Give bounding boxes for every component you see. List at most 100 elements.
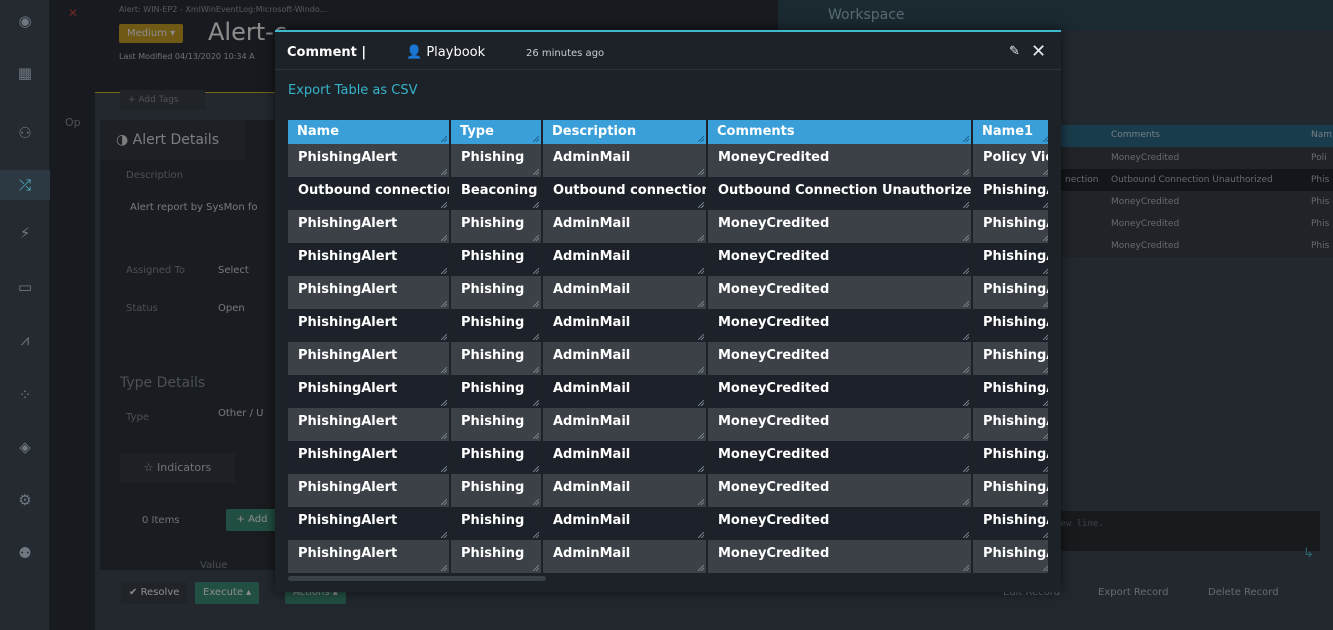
workspace-comment-input[interactable]: new line. — [1035, 511, 1320, 551]
table-cell[interactable]: AdminMail — [543, 243, 708, 276]
table-cell[interactable]: PhishingAlert — [288, 309, 451, 342]
table-cell[interactable]: AdminMail — [543, 276, 708, 309]
table-cell[interactable]: MoneyCredited — [708, 375, 973, 408]
table-cell[interactable]: MoneyCredited — [708, 540, 973, 573]
status-value[interactable]: Open — [218, 303, 245, 314]
table-cell[interactable]: MoneyCredited — [708, 210, 973, 243]
table-cell[interactable]: PhishingA — [973, 342, 1048, 375]
table-cell[interactable]: PhishingA — [973, 177, 1048, 210]
execute-button[interactable]: Execute ▴ — [195, 582, 260, 604]
table-cell[interactable]: Phishing — [451, 144, 543, 177]
send-arrow-icon[interactable]: ↳ — [1303, 546, 1314, 561]
export-csv-link[interactable]: Export Table as CSV — [288, 83, 418, 98]
shuffle-icon[interactable]: ⤮ — [0, 170, 50, 200]
table-cell[interactable]: MoneyCredited — [708, 276, 973, 309]
table-cell[interactable]: AdminMail — [543, 540, 708, 573]
add-indicator-button[interactable]: + Add — [226, 509, 278, 531]
table-cell[interactable]: PhishingAlert — [288, 342, 451, 375]
table-cell[interactable]: AdminMail — [543, 144, 708, 177]
table-cell[interactable]: MoneyCredited — [708, 507, 973, 540]
table-cell[interactable]: PhishingA — [973, 210, 1048, 243]
table-cell[interactable]: PhishingAlert — [288, 474, 451, 507]
close-icon[interactable]: ✕ — [1031, 41, 1046, 62]
table-cell[interactable]: MoneyCredited — [708, 441, 973, 474]
settings-icon[interactable]: ⚙ — [0, 485, 50, 515]
column-header[interactable]: Type — [451, 120, 543, 144]
dashboard-icon[interactable]: ▦ — [0, 58, 50, 88]
table-cell[interactable]: AdminMail — [543, 375, 708, 408]
table-cell[interactable]: PhishingA — [973, 309, 1048, 342]
table-cell[interactable]: Phishing — [451, 210, 543, 243]
type-value[interactable]: Other / U — [218, 408, 263, 419]
table-cell[interactable]: Phishing — [451, 474, 543, 507]
table-cell[interactable]: PhishingA — [973, 474, 1048, 507]
table-cell[interactable]: AdminMail — [543, 342, 708, 375]
shield-icon[interactable]: ◈ — [0, 432, 50, 462]
table-cell[interactable]: MoneyCredited — [708, 408, 973, 441]
table-cell[interactable]: PhishingA — [973, 441, 1048, 474]
chart-icon[interactable]: ⩘ — [0, 325, 50, 355]
users-icon[interactable]: ⚇ — [0, 118, 50, 148]
table-cell[interactable]: MoneyCredited — [708, 474, 973, 507]
table-cell[interactable]: PhishingA — [973, 507, 1048, 540]
table-cell[interactable]: Phishing — [451, 243, 543, 276]
table-cell[interactable]: Outbound Connection Unauthorized — [708, 177, 973, 210]
table-cell[interactable]: Policy Vic — [973, 144, 1048, 177]
table-cell[interactable]: Phishing — [451, 540, 543, 573]
table-cell[interactable]: AdminMail — [543, 408, 708, 441]
table-scrollbar[interactable] — [288, 576, 546, 581]
table-cell[interactable]: PhishingAlert — [288, 243, 451, 276]
delete-record-button[interactable]: Delete Record — [1200, 582, 1287, 604]
table-cell[interactable]: Outbound connection — [288, 177, 451, 210]
tab-alert-details[interactable]: ◑ Alert Details — [100, 120, 245, 160]
table-cell[interactable]: Phishing — [451, 408, 543, 441]
add-tags-button[interactable]: + Add Tags — [120, 90, 205, 110]
table-cell[interactable]: Phishing — [451, 375, 543, 408]
table-cell[interactable]: AdminMail — [543, 210, 708, 243]
column-header[interactable]: Description — [543, 120, 708, 144]
bolt-icon[interactable]: ⚡ — [0, 218, 50, 248]
team-icon[interactable]: ⚉ — [0, 538, 50, 568]
table-cell[interactable]: PhishingA — [973, 408, 1048, 441]
table-cell[interactable]: AdminMail — [543, 441, 708, 474]
column-header[interactable]: Comments — [708, 120, 973, 144]
table-cell[interactable]: MoneyCredited — [708, 309, 973, 342]
close-icon[interactable]: ✕ — [68, 6, 78, 20]
table-cell[interactable]: MoneyCredited — [708, 144, 973, 177]
table-cell[interactable]: AdminMail — [543, 507, 708, 540]
table-cell[interactable]: Phishing — [451, 507, 543, 540]
table-cell[interactable]: PhishingA — [973, 375, 1048, 408]
assigned-select[interactable]: Select — [218, 265, 249, 276]
table-cell[interactable]: Beaconing — [451, 177, 543, 210]
table-cell[interactable]: PhishingAlert — [288, 144, 451, 177]
table-cell[interactable]: PhishingAlert — [288, 210, 451, 243]
table-cell[interactable]: Phishing — [451, 342, 543, 375]
severity-badge[interactable]: Medium ▾ — [119, 24, 184, 43]
table-cell[interactable]: AdminMail — [543, 474, 708, 507]
table-cell[interactable]: PhishingAlert — [288, 507, 451, 540]
table-cell[interactable]: PhishingA — [973, 276, 1048, 309]
table-cell[interactable]: PhishingA — [973, 540, 1048, 573]
table-cell[interactable]: AdminMail — [543, 309, 708, 342]
table-cell[interactable]: Phishing — [451, 441, 543, 474]
table-cell[interactable]: PhishingA — [973, 243, 1048, 276]
edit-icon[interactable]: ✎ — [1009, 44, 1020, 59]
table-cell[interactable]: MoneyCredited — [708, 243, 973, 276]
resolve-button[interactable]: ✔ Resolve — [121, 582, 188, 604]
table-cell[interactable]: Outbound connection — [543, 177, 708, 210]
logo-icon[interactable]: ◉ — [0, 6, 50, 36]
table-cell[interactable]: PhishingAlert — [288, 441, 451, 474]
table-cell[interactable]: PhishingAlert — [288, 276, 451, 309]
export-record-button[interactable]: Export Record — [1090, 582, 1176, 604]
tab-indicators[interactable]: ☆ Indicators — [120, 453, 235, 483]
column-header[interactable]: Name1 — [973, 120, 1048, 144]
briefcase-icon[interactable]: ▭ — [0, 272, 50, 302]
table-cell[interactable]: PhishingAlert — [288, 408, 451, 441]
table-cell[interactable]: PhishingAlert — [288, 540, 451, 573]
table-cell[interactable]: MoneyCredited — [708, 342, 973, 375]
table-cell[interactable]: PhishingAlert — [288, 375, 451, 408]
column-header[interactable]: Name — [288, 120, 451, 144]
table-cell[interactable]: Phishing — [451, 309, 543, 342]
apps-icon[interactable]: ⁘ — [0, 380, 50, 410]
table-cell[interactable]: Phishing — [451, 276, 543, 309]
